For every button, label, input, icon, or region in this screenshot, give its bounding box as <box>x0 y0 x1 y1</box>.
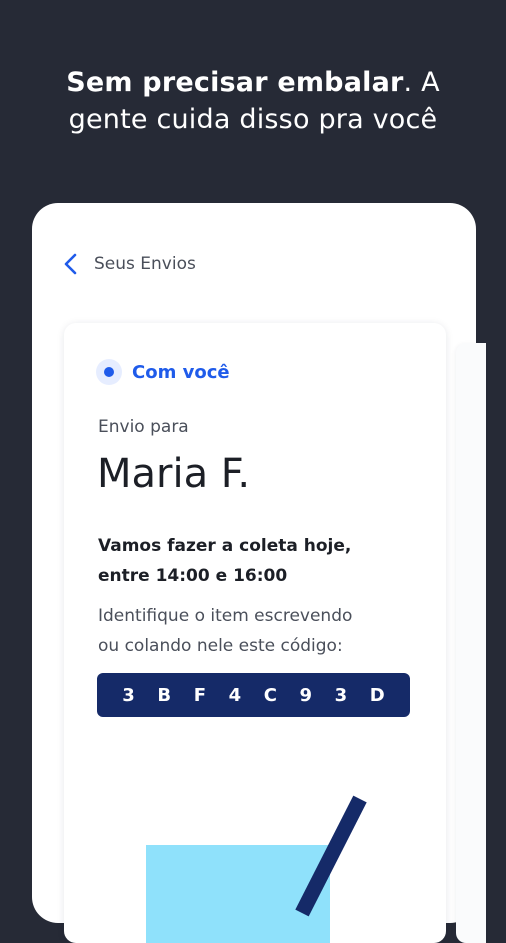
instructions-line-1: Identifique o item escrevendo <box>98 606 353 626</box>
status-label: Com você <box>132 361 230 383</box>
pickup-line-2: entre 14:00 e 16:00 <box>98 566 288 586</box>
code-char: 9 <box>299 684 313 706</box>
code-char: 4 <box>228 684 242 706</box>
instructions-line-2: ou colando nele este código: <box>98 636 343 656</box>
recipient-label: Envio para <box>98 417 189 437</box>
shipping-code: 3 B F 4 C 9 3 D <box>97 673 410 717</box>
box-pen-illustration <box>146 795 367 943</box>
headline-rest: . A <box>403 67 440 98</box>
recipient-name: Maria F. <box>97 451 251 497</box>
code-instructions: Identifique o item escrevendo ou colando… <box>98 601 418 661</box>
code-char: D <box>369 684 385 706</box>
page-title: Seus Envios <box>94 254 196 274</box>
next-card-peek[interactable] <box>456 343 486 943</box>
status-badge: Com você <box>96 359 230 385</box>
shipment-card[interactable]: Com você Envio para Maria F. Vamos fazer… <box>64 323 446 943</box>
promo-headline: Sem precisar embalar. A gente cuida diss… <box>0 64 506 138</box>
code-char: 3 <box>122 684 135 706</box>
pickup-info: Vamos fazer a coleta hoje, entre 14:00 e… <box>98 531 418 591</box>
code-char: 3 <box>334 684 348 706</box>
box-illustration <box>146 845 330 943</box>
top-nav: Seus Envios <box>62 253 196 275</box>
pickup-line-1: Vamos fazer a coleta hoje, <box>98 536 352 556</box>
headline-bold: Sem precisar embalar <box>66 67 404 98</box>
headline-line-2: gente cuida disso pra você <box>68 104 438 135</box>
code-char: F <box>193 684 206 706</box>
code-char: C <box>263 684 277 706</box>
status-dot-icon <box>96 359 122 385</box>
headline-line-1: Sem precisar embalar. A <box>0 64 506 101</box>
back-arrow-icon[interactable] <box>62 253 80 275</box>
phone-screen: Seus Envios Com você Envio para Maria F.… <box>32 203 486 943</box>
code-char: B <box>157 684 172 706</box>
